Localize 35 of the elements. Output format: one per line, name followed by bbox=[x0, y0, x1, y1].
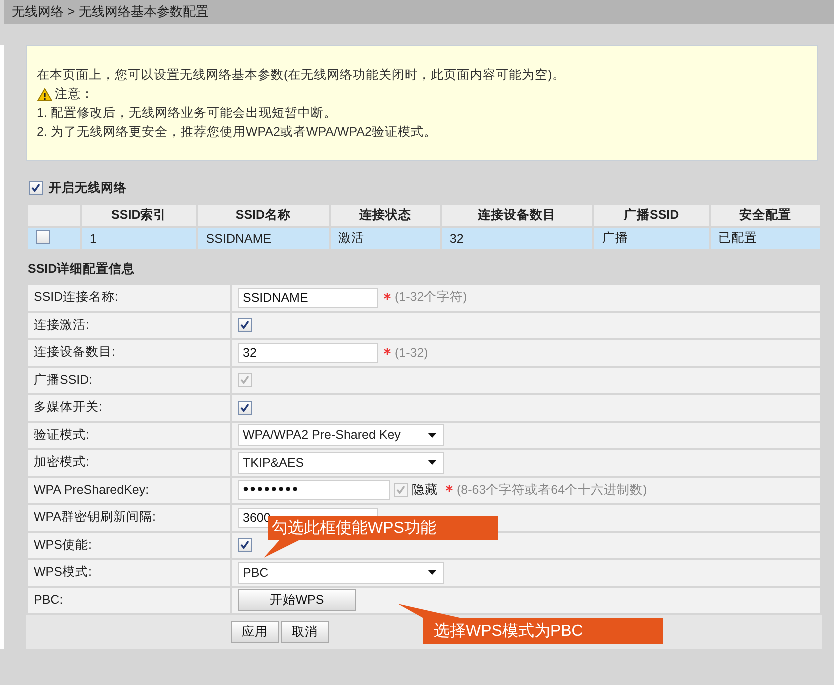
table-cell: 1 bbox=[81, 227, 198, 250]
field-label: SSID连接名称: bbox=[27, 284, 231, 312]
field-label: 连接设备数目: bbox=[27, 339, 231, 366]
table-cell: 激活 bbox=[330, 227, 441, 250]
table-cell: 32 bbox=[440, 227, 594, 250]
field-label: 验证模式: bbox=[27, 422, 231, 449]
table-header-cell: 安全配置 bbox=[710, 204, 821, 227]
notice-text: 在本页面上，您可以设置无线网络基本参数(在无线网络功能关闭时，此页面内容可能为空)。 bbox=[37, 67, 566, 84]
callout-tooltip: 选择WPS模式为PBC bbox=[398, 604, 666, 646]
field-label: WPA群密钥刷新间隔: bbox=[27, 504, 231, 532]
hint-text: (1-32个字符) bbox=[395, 289, 468, 306]
section-title: SSID详细配置信息 bbox=[27, 261, 136, 278]
breadcrumb: 无线网络 > 无线网络基本参数配置 bbox=[4, 0, 834, 24]
field-label: 多媒体开关: bbox=[27, 394, 231, 422]
field-label: WPS模式: bbox=[27, 559, 231, 586]
table-header-cell: SSID名称 bbox=[197, 204, 330, 227]
notice-text: 注意： bbox=[55, 86, 94, 103]
checkbox-label: 隐藏 bbox=[412, 482, 438, 499]
table-header-cell: 连接设备数目 bbox=[440, 204, 594, 227]
table-header-cell: 广播SSID bbox=[593, 204, 710, 227]
hint-text: (8-63个字符或者64个十六进制数) bbox=[457, 482, 648, 499]
table-cell: SSIDNAME bbox=[197, 227, 330, 250]
checkbox-label: 开启无线网络 bbox=[49, 180, 127, 196]
field-label: 连接激活: bbox=[27, 312, 231, 339]
field-label: 加密模式: bbox=[27, 449, 231, 476]
field-label: 广播SSID: bbox=[27, 366, 231, 394]
field-label: WPS使能: bbox=[27, 532, 231, 559]
notice-text: 1. 配置修改后，无线网络业务可能会出现短暂中断。 bbox=[37, 105, 337, 122]
table-header-cell: SSID索引 bbox=[81, 204, 198, 227]
table-header-cell: 连接状态 bbox=[330, 204, 441, 227]
field-label: WPA PreSharedKey: bbox=[27, 476, 231, 504]
hint-text: (1-32) bbox=[395, 346, 428, 360]
table-cell: 已配置 bbox=[710, 227, 821, 250]
notice-text: 2. 为了无线网络更安全，推荐您使用WPA2或者WPA/WPA2验证模式。 bbox=[37, 124, 437, 141]
table-cell: 广播 bbox=[593, 227, 710, 250]
